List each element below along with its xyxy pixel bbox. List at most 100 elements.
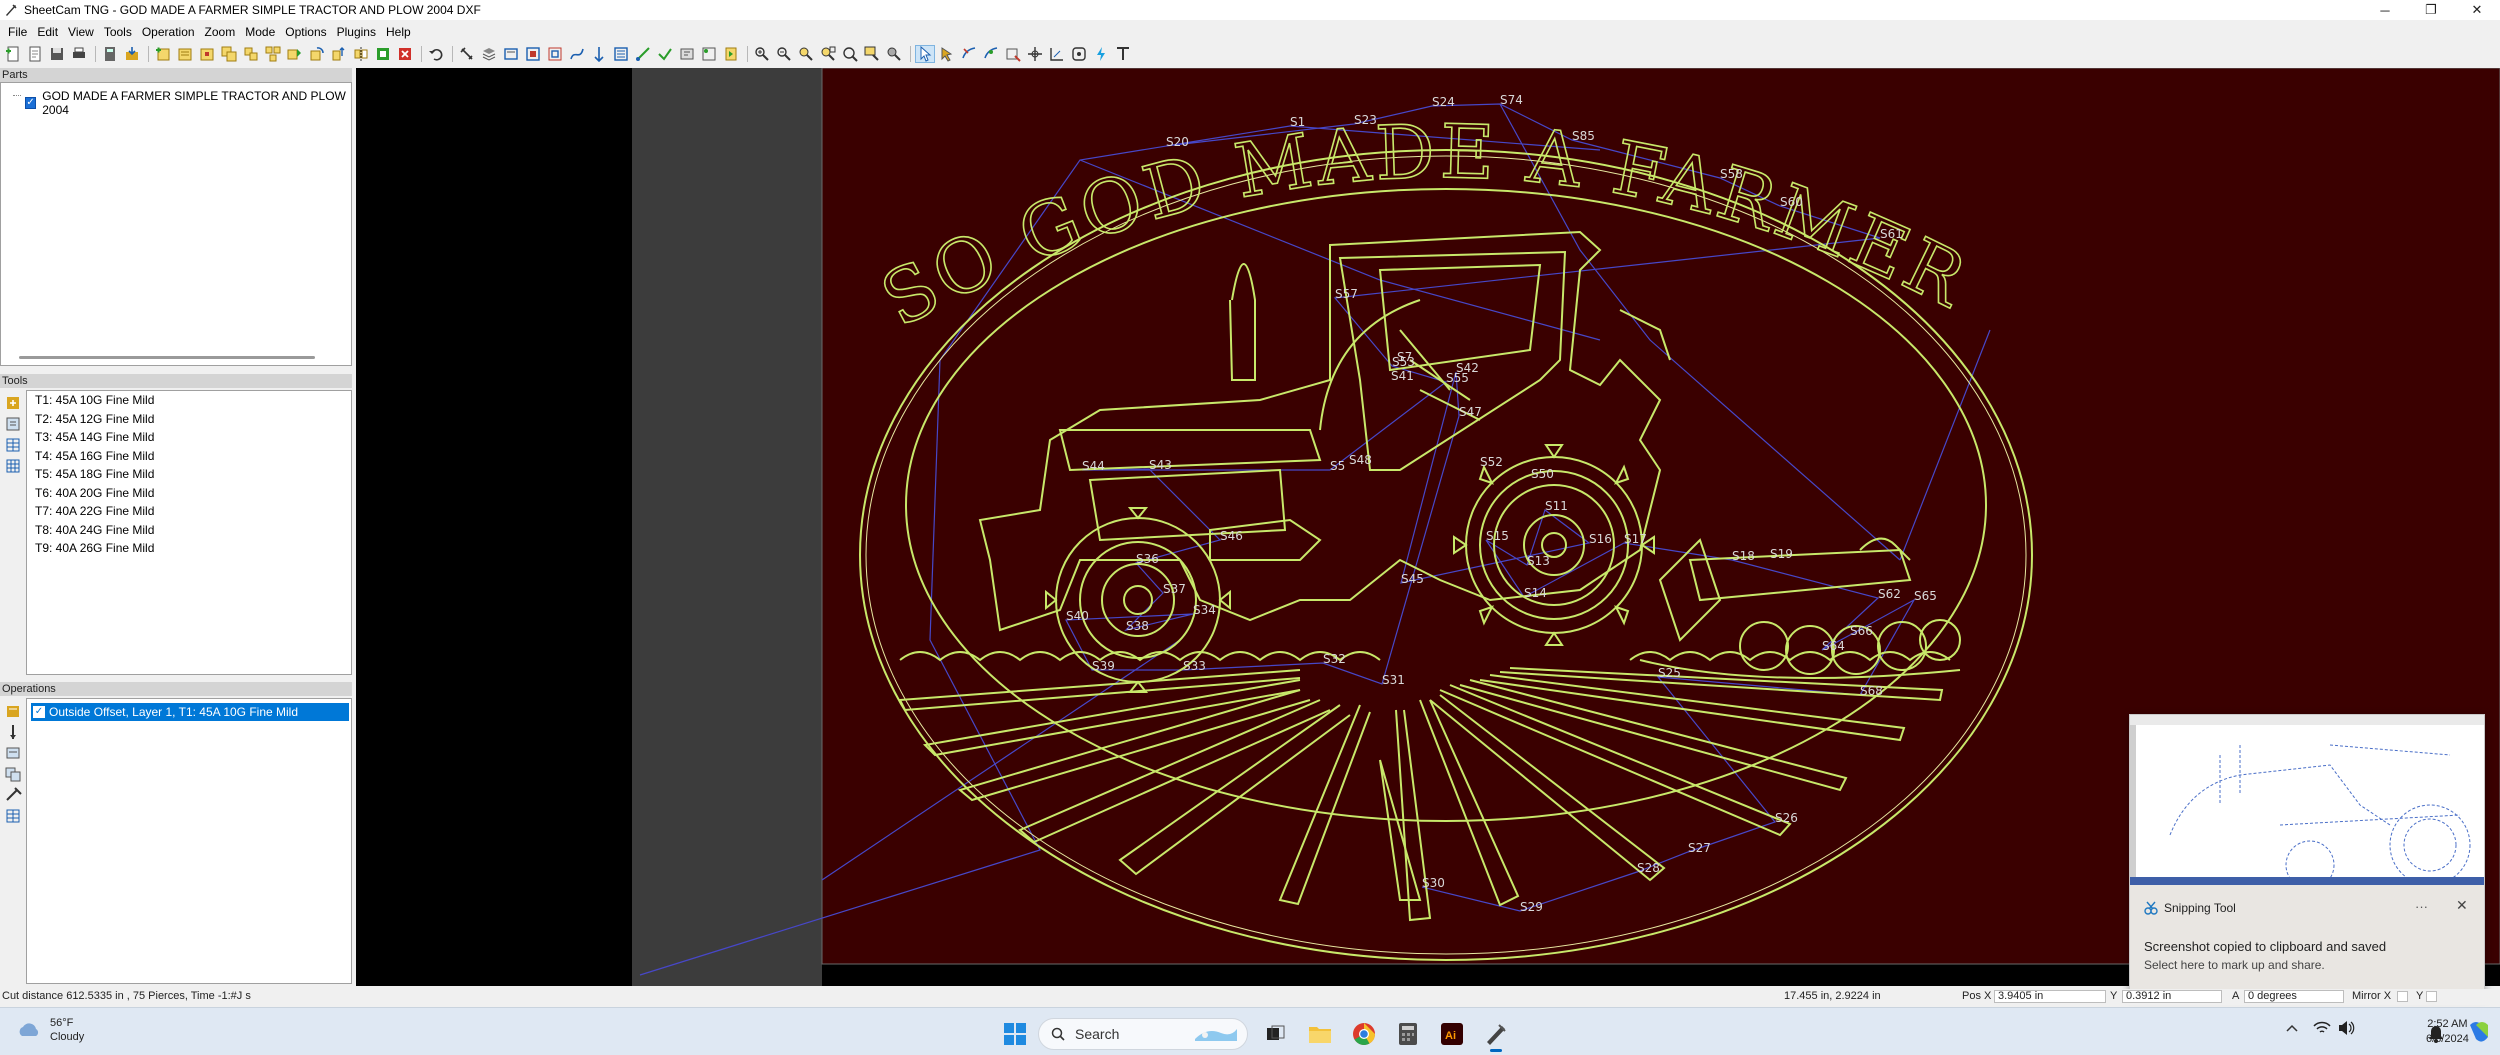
task-view-icon[interactable] xyxy=(1257,1015,1295,1053)
drill-operation-icon[interactable] xyxy=(4,724,22,740)
delete-tool-icon[interactable] xyxy=(4,437,22,453)
angle-field[interactable]: 0 degrees xyxy=(2244,990,2344,1003)
new-job-icon[interactable] xyxy=(3,45,23,63)
zoom-all-icon[interactable] xyxy=(840,45,860,63)
tool-item[interactable]: T1: 45A 10G Fine Mild xyxy=(27,391,351,410)
pos-x-field[interactable]: 3.9405 in xyxy=(1994,990,2106,1003)
sheetcam-taskbar-icon[interactable] xyxy=(1477,1015,1515,1053)
path-icon[interactable] xyxy=(567,45,587,63)
copy-operation-icon[interactable] xyxy=(4,766,22,782)
operation-table-icon[interactable] xyxy=(4,808,22,824)
engrave-icon[interactable] xyxy=(633,45,653,63)
tool-item[interactable]: T9: 40A 26G Fine Mild xyxy=(27,539,351,558)
zoom-in-icon[interactable] xyxy=(752,45,772,63)
menu-plugins[interactable]: Plugins xyxy=(332,25,381,39)
new-part-icon[interactable] xyxy=(153,45,173,63)
edit-tool-icon[interactable] xyxy=(4,416,22,432)
add-operation-icon[interactable] xyxy=(4,703,22,719)
parts-horizontal-scrollbar[interactable] xyxy=(19,356,315,359)
menu-file[interactable]: File xyxy=(3,25,32,39)
scale-part-icon[interactable] xyxy=(329,45,349,63)
load-drawing-icon[interactable] xyxy=(175,45,195,63)
file-explorer-icon[interactable] xyxy=(1301,1015,1339,1053)
layers-icon[interactable] xyxy=(479,45,499,63)
notifications-bell-icon[interactable] xyxy=(2428,1025,2444,1043)
measure-icon[interactable] xyxy=(1047,45,1067,63)
zoom-part-icon[interactable] xyxy=(796,45,816,63)
contour-icon[interactable] xyxy=(501,45,521,63)
edit-leadin-icon[interactable] xyxy=(959,45,979,63)
mirror-part-icon[interactable] xyxy=(351,45,371,63)
maximize-button[interactable]: ❐ xyxy=(2408,0,2454,20)
menu-zoom[interactable]: Zoom xyxy=(200,25,241,39)
edit-start-icon[interactable] xyxy=(981,45,1001,63)
start-point-icon[interactable] xyxy=(699,45,719,63)
tool-item[interactable]: T6: 40A 20G Fine Mild xyxy=(27,484,351,503)
operation-checkbox[interactable]: ✓ xyxy=(33,706,45,718)
menu-mode[interactable]: Mode xyxy=(240,25,280,39)
tool-item[interactable]: T2: 45A 12G Fine Mild xyxy=(27,410,351,429)
adobe-illustrator-icon[interactable]: Ai xyxy=(1433,1015,1471,1053)
tool-item[interactable]: T5: 45A 18G Fine Mild xyxy=(27,465,351,484)
show-hidden-icons-icon[interactable] xyxy=(2285,1022,2299,1034)
tool-item[interactable]: T3: 45A 14G Fine Mild xyxy=(27,428,351,447)
close-button[interactable]: ✕ xyxy=(2454,0,2500,20)
zoom-window-icon[interactable] xyxy=(862,45,882,63)
tool-item[interactable]: T7: 40A 22G Fine Mild xyxy=(27,502,351,521)
weather-widget[interactable]: 56°F Cloudy xyxy=(16,1016,84,1044)
copy-part-icon[interactable] xyxy=(219,45,239,63)
mirror-y-checkbox[interactable] xyxy=(2426,991,2437,1002)
menu-operation[interactable]: Operation xyxy=(137,25,200,39)
array-part-icon[interactable] xyxy=(263,45,283,63)
view-3d-icon[interactable] xyxy=(884,45,904,63)
operation-item[interactable]: ✓ Outside Offset, Layer 1, T1: 45A 10G F… xyxy=(31,703,349,721)
menu-edit[interactable]: Edit xyxy=(32,25,63,39)
minimize-button[interactable]: ─ xyxy=(2362,0,2408,20)
pos-y-field[interactable]: 0.3912 in xyxy=(2122,990,2222,1003)
rotate-part-icon[interactable] xyxy=(307,45,327,63)
screenshot-thumbnail[interactable] xyxy=(2130,715,2484,885)
tool-item[interactable]: T8: 40A 24G Fine Mild xyxy=(27,521,351,540)
drill-icon[interactable] xyxy=(589,45,609,63)
more-options-icon[interactable]: ··· xyxy=(2415,899,2428,914)
sort-icon[interactable] xyxy=(721,45,741,63)
zoom-sheet-icon[interactable] xyxy=(818,45,838,63)
crosshair-icon[interactable] xyxy=(1025,45,1045,63)
calculator-icon[interactable] xyxy=(100,45,120,63)
print-icon[interactable] xyxy=(69,45,89,63)
drag-handle-icon[interactable] xyxy=(1069,45,1089,63)
leadin-icon[interactable] xyxy=(677,45,697,63)
tool-item[interactable]: T4: 45A 16G Fine Mild xyxy=(27,447,351,466)
zoom-out-icon[interactable] xyxy=(774,45,794,63)
undo-icon[interactable] xyxy=(426,45,446,63)
tool-library-icon[interactable] xyxy=(4,458,22,474)
save-job-icon[interactable] xyxy=(47,45,67,63)
tool-table-icon[interactable] xyxy=(457,45,477,63)
text-tool-icon[interactable] xyxy=(1113,45,1133,63)
volume-icon[interactable] xyxy=(2337,1020,2355,1036)
menu-tools[interactable]: Tools xyxy=(99,25,137,39)
tab-icon[interactable] xyxy=(655,45,675,63)
inside-offset-icon[interactable] xyxy=(545,45,565,63)
wifi-icon[interactable] xyxy=(2313,1021,2331,1035)
delete-part-icon[interactable] xyxy=(395,45,415,63)
start-button[interactable] xyxy=(1000,1019,1030,1049)
edit-operation-icon[interactable] xyxy=(4,745,22,761)
calculator-app-icon[interactable] xyxy=(1389,1015,1427,1053)
outside-offset-icon[interactable] xyxy=(523,45,543,63)
part-item[interactable]: ✓ GOD MADE A FARMER SIMPLE TRACTOR AND P… xyxy=(25,89,351,117)
new-tool-icon[interactable] xyxy=(4,395,22,411)
menu-help[interactable]: Help xyxy=(381,25,416,39)
notification-close-icon[interactable]: ✕ xyxy=(2456,897,2468,914)
snipping-tool-notification[interactable]: Snipping Tool ··· ✕ Screenshot copied to… xyxy=(2129,714,2485,996)
menu-options[interactable]: Options xyxy=(280,25,331,39)
menu-view[interactable]: View xyxy=(63,25,99,39)
tool-change-icon[interactable] xyxy=(4,787,22,803)
post-process-icon[interactable] xyxy=(122,45,142,63)
chrome-icon[interactable] xyxy=(1345,1015,1383,1053)
mirror-x-checkbox[interactable] xyxy=(2397,991,2408,1002)
open-job-icon[interactable] xyxy=(25,45,45,63)
edit-tabs-icon[interactable] xyxy=(1003,45,1023,63)
sheet-icon[interactable] xyxy=(373,45,393,63)
move-part-icon[interactable] xyxy=(241,45,261,63)
